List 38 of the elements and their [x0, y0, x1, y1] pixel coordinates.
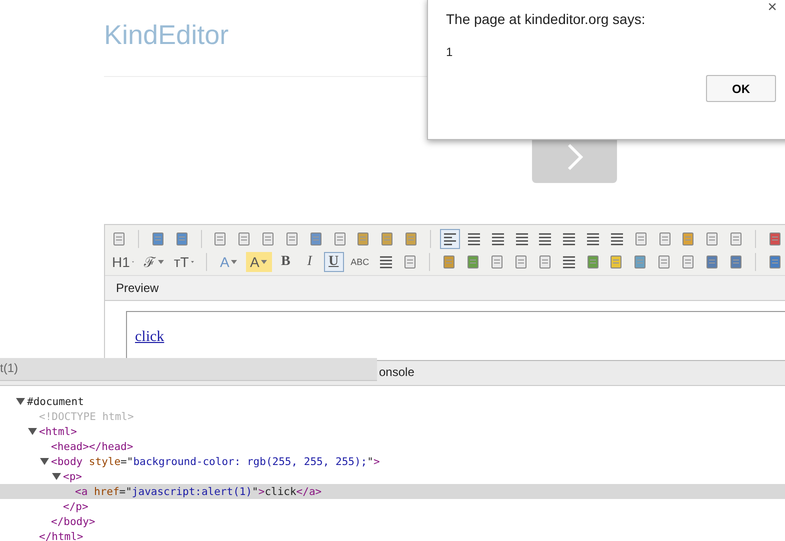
dom-node-line[interactable]: </p> — [63, 500, 88, 512]
dom-node-line[interactable]: <head></head> — [51, 440, 134, 452]
site-title: KindEditor — [104, 20, 229, 50]
justify-icon — [514, 230, 530, 246]
caret-icon — [158, 260, 164, 264]
caret-icon — [190, 260, 194, 264]
format-menu-button[interactable]: H1 — [109, 252, 137, 272]
dom-node-line[interactable]: <html> — [39, 426, 77, 438]
dialog-message: 1 — [446, 45, 454, 59]
align-center-icon — [466, 230, 482, 246]
caret-icon — [231, 260, 238, 264]
format-menu-button[interactable]: ᴛT — [170, 252, 197, 272]
expand-triangle-icon[interactable] — [52, 472, 61, 481]
ok-button[interactable]: OK — [706, 75, 776, 102]
dom-node-line[interactable]: </body> — [51, 516, 96, 528]
format-button[interactable]: U — [324, 252, 344, 272]
dialog-title: The page at kindeditor.org says: — [446, 11, 646, 27]
panel-label: t(1) — [0, 358, 377, 381]
expand-triangle-icon[interactable] — [16, 397, 25, 406]
format-menu-button[interactable]: A — [246, 252, 272, 272]
dom-node-line[interactable]: </html> — [39, 530, 84, 541]
align-left-button[interactable] — [440, 228, 460, 248]
expand-triangle-icon[interactable] — [40, 457, 49, 466]
format-button[interactable]: I — [300, 252, 320, 272]
expand-triangle-icon[interactable] — [28, 427, 37, 436]
format-button[interactable]: ABC — [348, 252, 372, 272]
dom-node-line[interactable]: <body style="background-color: rgb(255, 255, 255);"> — [51, 456, 380, 468]
caret-icon — [261, 260, 268, 264]
preview-title: Preview — [116, 281, 159, 295]
console-tab[interactable]: onsole — [379, 365, 414, 379]
close-button[interactable]: × — [768, 0, 777, 17]
click-link[interactable]: click — [135, 329, 164, 345]
format-button[interactable]: B — [276, 252, 296, 272]
align-right-icon — [490, 230, 506, 246]
format-menu-button[interactable]: ℱ — [140, 252, 167, 272]
align-left-icon — [442, 230, 458, 246]
dom-node-line[interactable]: #document — [27, 396, 84, 408]
dom-node-line[interactable]: <p> — [63, 470, 82, 482]
